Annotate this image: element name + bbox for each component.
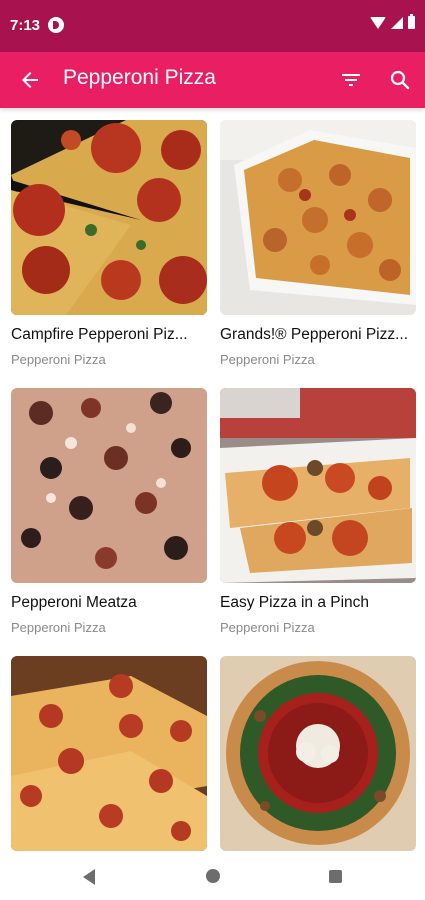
page-title: Pepperoni Pizza xyxy=(63,66,216,89)
recipe-title: Grands!® Pepperoni Pizz... xyxy=(220,326,409,343)
app-notification-icon xyxy=(48,17,64,33)
recipe-category: Pepperoni Pizza xyxy=(220,620,315,635)
recipe-title: Campfire Pepperoni Piz... xyxy=(11,326,188,343)
recipe-grid: Campfire Pepperoni Piz... Pepperoni Pizz… xyxy=(0,108,425,853)
search-icon[interactable] xyxy=(388,68,412,92)
nav-home-icon[interactable] xyxy=(206,869,220,883)
recipe-category: Pepperoni Pizza xyxy=(220,352,315,367)
recipe-image xyxy=(220,388,416,583)
nav-recents-icon[interactable] xyxy=(329,870,342,883)
battery-icon xyxy=(408,14,415,29)
status-time: 7:13 xyxy=(10,17,41,34)
recipe-card[interactable]: Easy Pizza in a Pinch Pepperoni Pizza xyxy=(220,388,416,635)
recipe-image xyxy=(11,656,207,851)
back-arrow-icon[interactable] xyxy=(18,68,42,92)
recipe-image xyxy=(220,120,416,315)
app-bar: Pepperoni Pizza xyxy=(0,52,425,108)
status-bar: 7:13 xyxy=(0,0,425,52)
recipe-card[interactable]: Campfire Pepperoni Piz... Pepperoni Pizz… xyxy=(11,120,207,367)
system-nav-bar xyxy=(0,853,425,900)
nav-back-icon[interactable] xyxy=(83,869,95,885)
status-icons xyxy=(370,14,415,29)
recipe-card[interactable] xyxy=(220,656,416,853)
recipe-card[interactable]: Grands!® Pepperoni Pizz... Pepperoni Piz… xyxy=(220,120,416,367)
filter-icon[interactable] xyxy=(339,68,363,92)
recipe-title: Easy Pizza in a Pinch xyxy=(220,594,370,611)
recipe-category: Pepperoni Pizza xyxy=(11,620,106,635)
recipe-category: Pepperoni Pizza xyxy=(11,352,106,367)
recipe-image xyxy=(11,120,207,315)
recipe-image xyxy=(11,388,207,583)
cell-signal-icon xyxy=(391,16,403,29)
wifi-icon xyxy=(370,16,386,29)
recipe-title: Pepperoni Meatza xyxy=(11,594,137,611)
recipe-image xyxy=(220,656,416,851)
recipe-card[interactable] xyxy=(11,656,207,853)
recipe-card[interactable]: Pepperoni Meatza Pepperoni Pizza xyxy=(11,388,207,635)
